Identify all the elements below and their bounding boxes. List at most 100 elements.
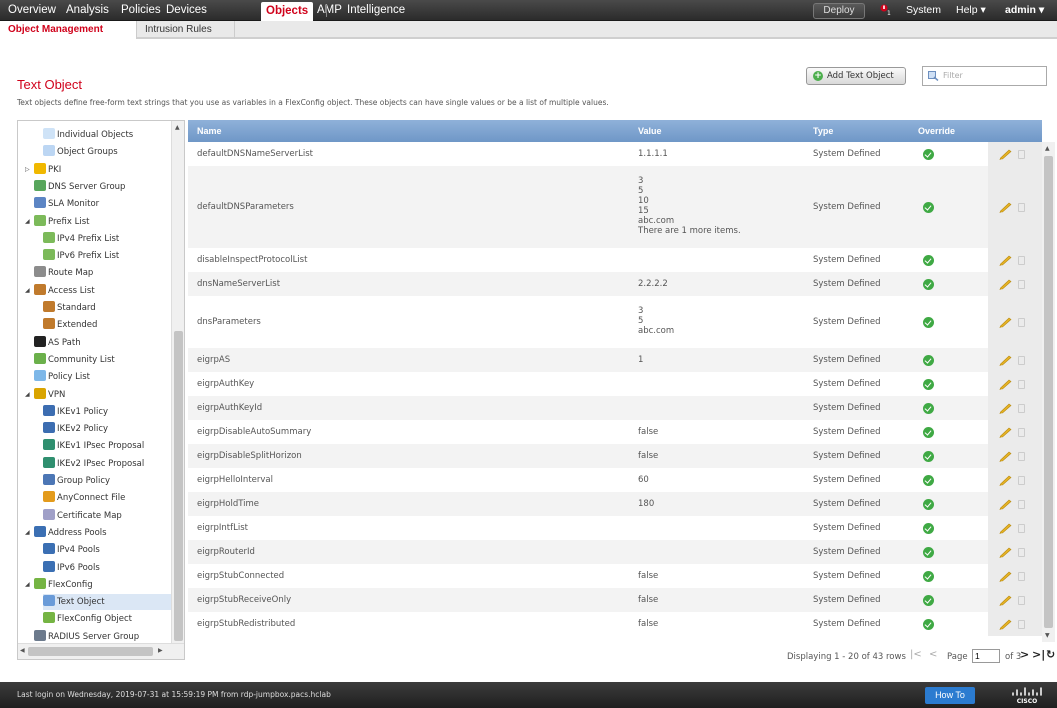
table-vertical-scrollbar[interactable]: ▲ ▼ bbox=[1042, 142, 1055, 642]
page-number-input[interactable] bbox=[972, 649, 1000, 663]
delete-icon[interactable] bbox=[1018, 475, 1025, 485]
expanded-arrow-icon[interactable]: ◢ bbox=[25, 577, 30, 593]
sidebar-item-community-list[interactable]: Community List bbox=[34, 352, 171, 368]
edit-icon[interactable] bbox=[999, 379, 1013, 390]
add-text-object-button[interactable]: + Add Text Object bbox=[806, 67, 906, 85]
table-row[interactable]: defaultDNSNameServerList 1.1.1.1 System De… bbox=[188, 142, 1042, 166]
sidebar-item-ipv6-prefix-list[interactable]: IPv6 Prefix List bbox=[43, 248, 171, 264]
edit-icon[interactable] bbox=[999, 403, 1013, 414]
table-row[interactable]: dnsNameServerList 2.2.2.2 System Defined bbox=[188, 272, 1042, 296]
system-menu[interactable]: System bbox=[906, 3, 941, 18]
expanded-arrow-icon[interactable]: ◢ bbox=[25, 525, 30, 541]
edit-icon[interactable] bbox=[999, 523, 1013, 534]
edit-icon[interactable] bbox=[999, 149, 1013, 160]
nav-overview[interactable]: Overview bbox=[8, 3, 56, 18]
table-row[interactable]: eigrpHelloInterval 60 System Defined bbox=[188, 468, 1042, 492]
delete-icon[interactable] bbox=[1018, 595, 1025, 605]
next-page-icon[interactable]: > bbox=[1020, 648, 1029, 661]
table-row[interactable]: disableInspectProtocolList System Defined bbox=[188, 248, 1042, 272]
sidebar-vertical-scrollbar[interactable]: ▲ bbox=[171, 121, 184, 643]
sidebar-item-ikev1-policy[interactable]: IKEv1 Policy bbox=[43, 404, 171, 420]
table-row[interactable]: dnsParameters 3 5 abc.com System Defined bbox=[188, 296, 1042, 348]
sidebar-item-ipv4-prefix-list[interactable]: IPv4 Prefix List bbox=[43, 231, 171, 247]
collapsed-arrow-icon[interactable]: ▷ bbox=[25, 162, 30, 178]
edit-icon[interactable] bbox=[999, 202, 1013, 213]
first-page-icon[interactable]: |< bbox=[910, 649, 922, 660]
admin-menu[interactable]: admin ▾ bbox=[1005, 3, 1044, 18]
delete-icon[interactable] bbox=[1018, 202, 1025, 212]
sidebar-item-route-map[interactable]: Route Map bbox=[34, 265, 171, 281]
expanded-arrow-icon[interactable]: ◢ bbox=[25, 283, 30, 299]
sidebar-item-ikev2-policy[interactable]: IKEv2 Policy bbox=[43, 421, 171, 437]
edit-icon[interactable] bbox=[999, 317, 1013, 328]
previous-page-icon[interactable]: < bbox=[929, 649, 937, 660]
edit-icon[interactable] bbox=[999, 279, 1013, 290]
scroll-left-icon[interactable]: ◀ bbox=[20, 647, 25, 654]
filter-input[interactable]: Filter bbox=[922, 66, 1047, 86]
edit-icon[interactable] bbox=[999, 499, 1013, 510]
sidebar-item-ipv6-pools[interactable]: IPv6 Pools bbox=[43, 560, 171, 576]
scroll-down-icon[interactable]: ▼ bbox=[1045, 632, 1050, 639]
sidebar-item-ipv4-pools[interactable]: IPv4 Pools bbox=[43, 542, 171, 558]
delete-icon[interactable] bbox=[1018, 499, 1025, 509]
delete-icon[interactable] bbox=[1018, 571, 1025, 581]
sidebar-item-text-object[interactable]: Text Object bbox=[43, 594, 171, 611]
delete-icon[interactable] bbox=[1018, 523, 1025, 533]
subnav-object-management[interactable]: Object Management bbox=[0, 21, 137, 39]
delete-icon[interactable] bbox=[1018, 255, 1025, 265]
column-header-value[interactable]: Value bbox=[638, 120, 662, 142]
delete-icon[interactable] bbox=[1018, 547, 1025, 557]
how-to-button[interactable]: How To bbox=[925, 687, 975, 704]
sidebar-item-ikev1-ipsec-proposal[interactable]: IKEv1 IPsec Proposal bbox=[43, 438, 171, 454]
nav-policies[interactable]: Policies bbox=[121, 3, 161, 18]
delete-icon[interactable] bbox=[1018, 403, 1025, 413]
edit-icon[interactable] bbox=[999, 475, 1013, 486]
sidebar-item-vpn[interactable]: ◢ VPN bbox=[25, 387, 171, 403]
expanded-arrow-icon[interactable]: ◢ bbox=[25, 214, 30, 230]
edit-icon[interactable] bbox=[999, 427, 1013, 438]
sidebar-item-anyconnect-file[interactable]: AnyConnect File bbox=[43, 490, 171, 506]
table-row[interactable]: eigrpStubConnected false System Defined bbox=[188, 564, 1042, 588]
nav-objects[interactable]: Objects bbox=[261, 2, 314, 21]
sidebar-horizontal-scrollbar[interactable]: ◀ ▶ bbox=[18, 643, 184, 659]
table-scroll-thumb[interactable] bbox=[1044, 156, 1053, 628]
edit-icon[interactable] bbox=[999, 451, 1013, 462]
sidebar-item-individual-objects[interactable]: Individual Objects bbox=[43, 127, 171, 143]
nav-amp[interactable]: AMP bbox=[317, 3, 342, 18]
nav-intelligence[interactable]: Intelligence bbox=[347, 3, 405, 18]
sidebar-item-access-list[interactable]: ◢ Access List bbox=[25, 283, 171, 299]
sidebar-item-as-path[interactable]: AS Path bbox=[34, 335, 171, 351]
column-header-override[interactable]: Override bbox=[918, 120, 955, 142]
sidebar-item-standard[interactable]: Standard bbox=[43, 300, 171, 316]
sidebar-item-object-groups[interactable]: Object Groups bbox=[43, 144, 171, 160]
table-row[interactable]: eigrpAuthKey System Defined bbox=[188, 372, 1042, 396]
table-row[interactable]: eigrpStubRedistributed false System Define… bbox=[188, 612, 1042, 636]
nav-devices[interactable]: Devices bbox=[166, 3, 207, 18]
delete-icon[interactable] bbox=[1018, 317, 1025, 327]
edit-icon[interactable] bbox=[999, 355, 1013, 366]
table-row[interactable]: defaultDNSParameters 3 5 10 15 abc.com Th… bbox=[188, 166, 1042, 248]
edit-icon[interactable] bbox=[999, 619, 1013, 630]
delete-icon[interactable] bbox=[1018, 279, 1025, 289]
table-row[interactable]: eigrpDisableSplitHorizon false System Defi… bbox=[188, 444, 1042, 468]
sidebar-item-dns-server-group[interactable]: DNS Server Group bbox=[34, 179, 171, 195]
delete-icon[interactable] bbox=[1018, 379, 1025, 389]
last-page-icon[interactable]: >| bbox=[1032, 648, 1045, 661]
sidebar-item-ikev2-ipsec-proposal[interactable]: IKEv2 IPsec Proposal bbox=[43, 456, 171, 472]
column-header-type[interactable]: Type bbox=[813, 120, 833, 142]
sidebar-item-address-pools[interactable]: ◢ Address Pools bbox=[25, 525, 171, 541]
sidebar-scroll-thumb[interactable] bbox=[174, 331, 183, 641]
sidebar-item-certificate-map[interactable]: Certificate Map bbox=[43, 508, 171, 524]
sidebar-item-pki[interactable]: ▷ PKI bbox=[25, 162, 171, 178]
edit-icon[interactable] bbox=[999, 571, 1013, 582]
sidebar-item-sla-monitor[interactable]: SLA Monitor bbox=[34, 196, 171, 212]
table-row[interactable]: eigrpHoldTime 180 System Defined bbox=[188, 492, 1042, 516]
delete-icon[interactable] bbox=[1018, 451, 1025, 461]
help-menu[interactable]: Help ▾ bbox=[956, 3, 986, 18]
sidebar-item-flexconfig[interactable]: ◢ FlexConfig bbox=[25, 577, 171, 593]
refresh-icon[interactable]: ↻ bbox=[1046, 648, 1055, 661]
sidebar-item-extended[interactable]: Extended bbox=[43, 317, 171, 333]
table-row[interactable]: eigrpDisableAutoSummary false System Defin… bbox=[188, 420, 1042, 444]
table-row[interactable]: eigrpStubReceiveOnly false System Defined bbox=[188, 588, 1042, 612]
delete-icon[interactable] bbox=[1018, 427, 1025, 437]
